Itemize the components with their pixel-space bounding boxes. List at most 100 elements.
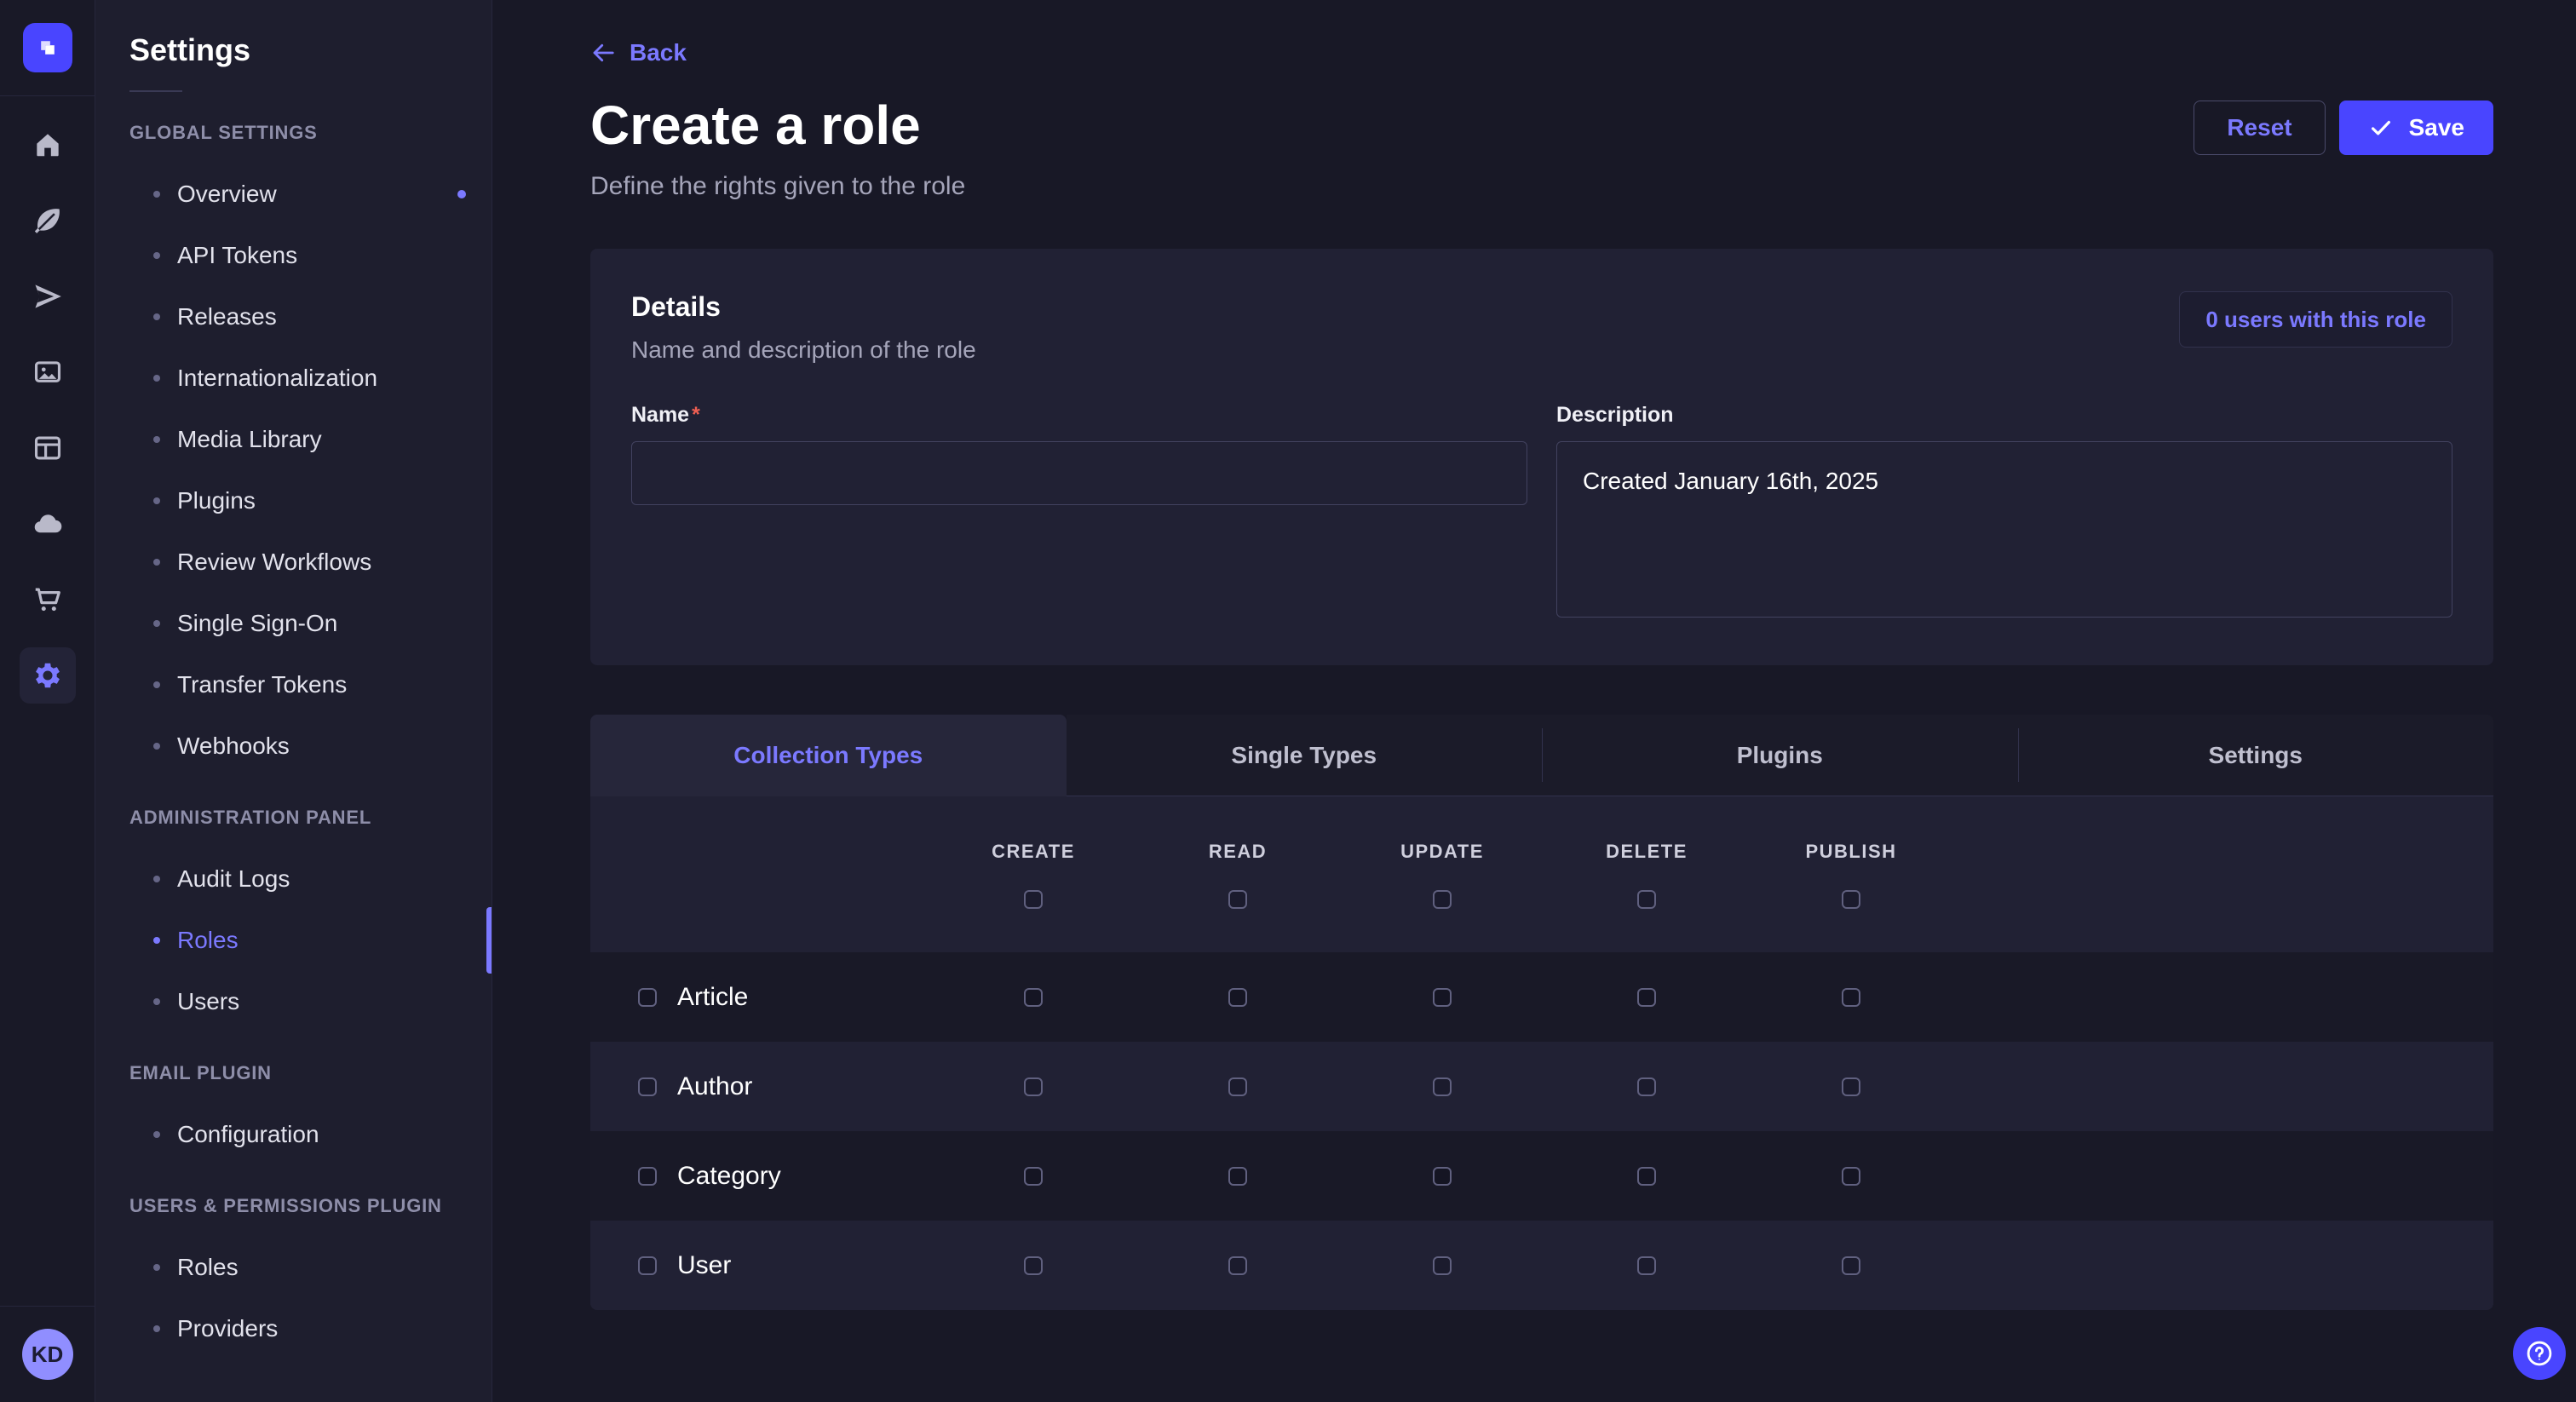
permission-cell xyxy=(931,988,1136,1007)
rail-item-home[interactable] xyxy=(0,106,95,182)
bullet-icon xyxy=(153,620,160,627)
user-update-checkbox[interactable] xyxy=(1433,1256,1452,1275)
back-link[interactable]: Back xyxy=(590,39,687,66)
strapi-logo[interactable] xyxy=(23,23,72,72)
column-label: CREATE xyxy=(992,841,1075,863)
article-delete-checkbox[interactable] xyxy=(1637,988,1656,1007)
row-category-checkbox[interactable] xyxy=(638,1167,657,1186)
tab-collection-types[interactable]: Collection Types xyxy=(590,715,1067,796)
description-textarea[interactable]: Created January 16th, 2025 xyxy=(1556,441,2452,618)
select-all-create-checkbox[interactable] xyxy=(1024,890,1043,909)
column-label: DELETE xyxy=(1606,841,1688,863)
select-all-update-checkbox[interactable] xyxy=(1433,890,1452,909)
category-update-checkbox[interactable] xyxy=(1433,1167,1452,1186)
article-publish-checkbox[interactable] xyxy=(1842,988,1860,1007)
rail-item-content-manager[interactable] xyxy=(0,410,95,486)
sidebar-item-api-tokens[interactable]: API Tokens xyxy=(129,225,492,286)
permission-cell xyxy=(931,1256,1136,1275)
select-all-read-checkbox[interactable] xyxy=(1228,890,1247,909)
author-update-checkbox[interactable] xyxy=(1433,1077,1452,1096)
save-button[interactable]: Save xyxy=(2339,101,2493,155)
permission-cell xyxy=(1340,988,1544,1007)
sidebar-item-plugins[interactable]: Plugins xyxy=(129,470,492,531)
main-nav-rail: KD xyxy=(0,0,95,1402)
select-all-delete-checkbox[interactable] xyxy=(1637,890,1656,909)
permissions-card: Collection TypesSingle TypesPluginsSetti… xyxy=(590,715,2493,1310)
required-asterisk: * xyxy=(692,403,700,427)
user-avatar[interactable]: KD xyxy=(22,1329,73,1380)
select-all-publish-checkbox[interactable] xyxy=(1842,890,1860,909)
sidebar-item-audit-logs[interactable]: Audit Logs xyxy=(129,848,492,910)
question-mark-icon xyxy=(2524,1338,2555,1369)
user-read-checkbox[interactable] xyxy=(1228,1256,1247,1275)
category-read-checkbox[interactable] xyxy=(1228,1167,1247,1186)
sidebar-item-overview[interactable]: Overview xyxy=(129,164,492,225)
sidebar-section-label: USERS & PERMISSIONS PLUGIN xyxy=(129,1194,492,1218)
row-name-cell: User xyxy=(590,1251,931,1280)
permission-row-article: Article xyxy=(590,952,2493,1042)
row-author-checkbox[interactable] xyxy=(638,1077,657,1096)
column-header-publish: PUBLISH xyxy=(1749,796,1953,952)
row-user-checkbox[interactable] xyxy=(638,1256,657,1275)
article-read-checkbox[interactable] xyxy=(1228,988,1247,1007)
sidebar-item-media-library[interactable]: Media Library xyxy=(129,409,492,470)
sidebar-item-transfer-tokens[interactable]: Transfer Tokens xyxy=(129,654,492,715)
sidebar-item-label: API Tokens xyxy=(177,242,297,269)
permission-cell xyxy=(1749,1077,1953,1096)
permission-cell xyxy=(1544,1167,1749,1186)
author-create-checkbox[interactable] xyxy=(1024,1077,1043,1096)
notification-dot-icon xyxy=(457,190,466,198)
reset-button[interactable]: Reset xyxy=(2194,101,2325,155)
sidebar-item-internationalization[interactable]: Internationalization xyxy=(129,348,492,409)
page-subtitle: Define the rights given to the role xyxy=(590,172,965,201)
bullet-icon xyxy=(153,743,160,750)
sidebar-item-releases[interactable]: Releases xyxy=(129,286,492,348)
permission-cell xyxy=(931,1167,1136,1186)
category-publish-checkbox[interactable] xyxy=(1842,1167,1860,1186)
sidebar-item-label: Internationalization xyxy=(177,365,377,392)
sidebar-item-providers[interactable]: Providers xyxy=(129,1298,492,1359)
sidebar-item-review-workflows[interactable]: Review Workflows xyxy=(129,531,492,593)
check-icon xyxy=(2368,115,2394,141)
sidebar-item-roles[interactable]: Roles xyxy=(129,1237,492,1298)
category-create-checkbox[interactable] xyxy=(1024,1167,1043,1186)
rail-item-marketplace-cart[interactable] xyxy=(0,561,95,637)
article-update-checkbox[interactable] xyxy=(1433,988,1452,1007)
name-field-group: Name* xyxy=(631,403,1527,618)
permission-row-author: Author xyxy=(590,1042,2493,1131)
category-delete-checkbox[interactable] xyxy=(1637,1167,1656,1186)
content-manager-icon xyxy=(32,432,64,464)
tab-plugins[interactable]: Plugins xyxy=(1542,715,2018,796)
sidebar-item-label: Single Sign-On xyxy=(177,610,337,637)
sidebar-item-webhooks[interactable]: Webhooks xyxy=(129,715,492,777)
users-with-role-button[interactable]: 0 users with this role xyxy=(2179,291,2452,348)
sidebar-item-single-sign-on[interactable]: Single Sign-On xyxy=(129,593,492,654)
header-actions: Reset Save xyxy=(2194,101,2493,155)
row-name-cell: Article xyxy=(590,983,931,1012)
sidebar-section-users-permissions-plugin: USERS & PERMISSIONS PLUGIN RolesProviders xyxy=(129,1194,492,1359)
row-name-cell: Category xyxy=(590,1162,931,1191)
rail-item-settings-gear[interactable] xyxy=(0,637,95,713)
author-delete-checkbox[interactable] xyxy=(1637,1077,1656,1096)
rail-item-cloud[interactable] xyxy=(0,486,95,561)
rail-item-paper-plane[interactable] xyxy=(0,258,95,334)
author-read-checkbox[interactable] xyxy=(1228,1077,1247,1096)
author-publish-checkbox[interactable] xyxy=(1842,1077,1860,1096)
page-title: Create a role xyxy=(590,95,965,155)
rail-item-feather[interactable] xyxy=(0,182,95,258)
sidebar-item-configuration[interactable]: Configuration xyxy=(129,1104,492,1165)
user-create-checkbox[interactable] xyxy=(1024,1256,1043,1275)
name-input[interactable] xyxy=(631,441,1527,505)
sidebar-item-roles[interactable]: Roles xyxy=(129,910,492,971)
row-article-checkbox[interactable] xyxy=(638,988,657,1007)
user-publish-checkbox[interactable] xyxy=(1842,1256,1860,1275)
tab-single-types[interactable]: Single Types xyxy=(1067,715,1543,796)
tab-settings[interactable]: Settings xyxy=(2018,715,2494,796)
help-button[interactable] xyxy=(2513,1327,2566,1380)
permission-cell xyxy=(1340,1167,1544,1186)
column-label: READ xyxy=(1209,841,1267,863)
rail-item-media-library[interactable] xyxy=(0,334,95,410)
user-delete-checkbox[interactable] xyxy=(1637,1256,1656,1275)
article-create-checkbox[interactable] xyxy=(1024,988,1043,1007)
sidebar-item-users[interactable]: Users xyxy=(129,971,492,1032)
